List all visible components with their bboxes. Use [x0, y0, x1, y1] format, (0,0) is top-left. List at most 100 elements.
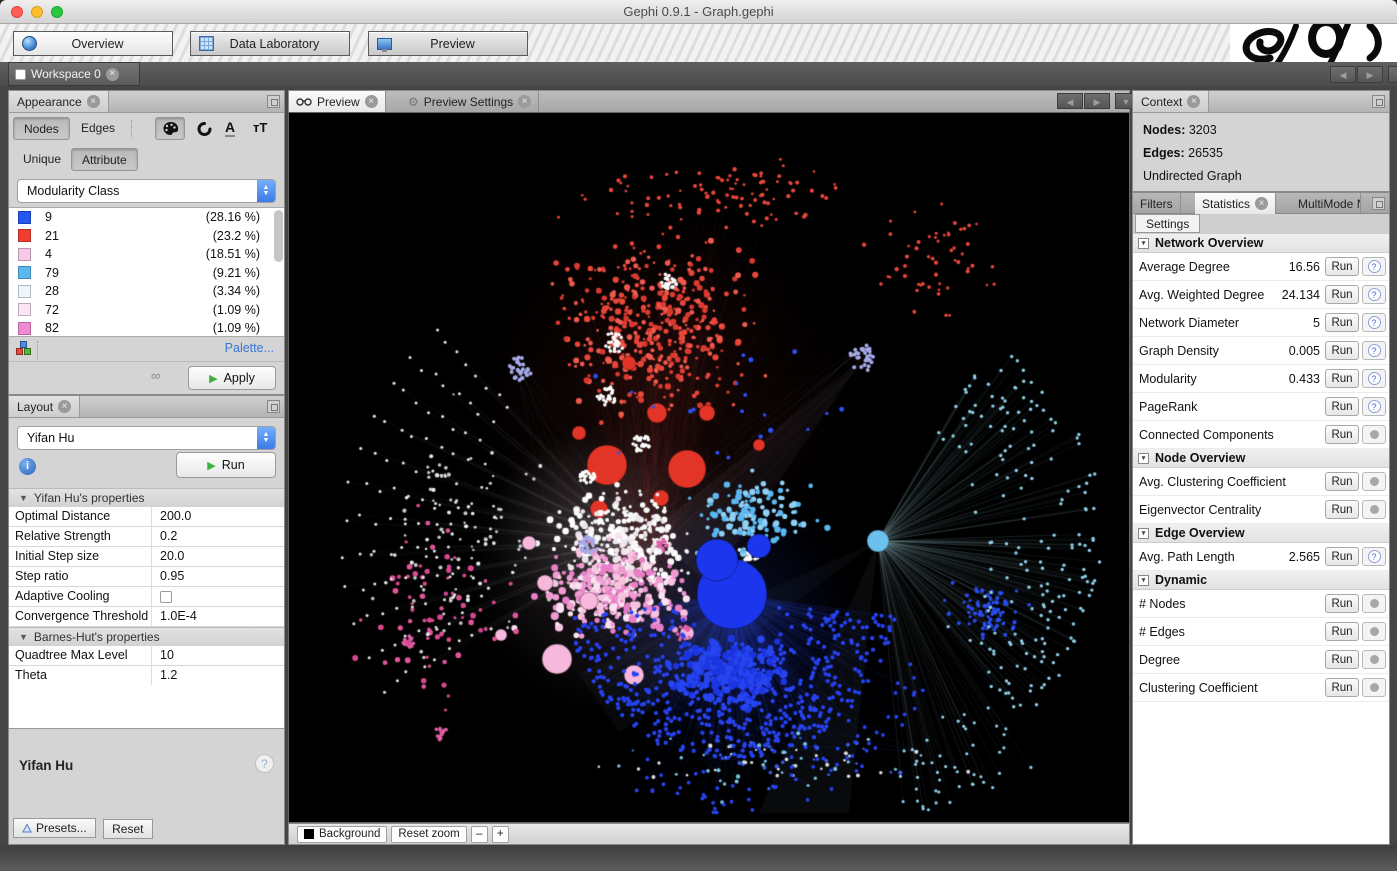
- adaptive-cooling-checkbox[interactable]: [160, 591, 172, 603]
- collapse-icon[interactable]: ▾: [1138, 575, 1149, 586]
- attribute-tab[interactable]: Attribute: [71, 148, 138, 171]
- maximize-icon[interactable]: [267, 400, 280, 413]
- statistics-section-header[interactable]: ▾Network Overview: [1133, 234, 1389, 253]
- multimode-tab[interactable]: MultiMode N...: [1291, 193, 1361, 214]
- help-icon[interactable]: ?: [255, 754, 274, 773]
- run-button[interactable]: Run: [1325, 397, 1359, 416]
- property-value[interactable]: 0.95: [152, 567, 284, 586]
- property-value[interactable]: [152, 587, 284, 606]
- data-laboratory-button[interactable]: Data Laboratory: [190, 31, 350, 56]
- info-icon[interactable]: i: [19, 458, 36, 475]
- scrollbar[interactable]: [274, 210, 283, 262]
- modularity-class-row[interactable]: 21(23.2 %): [9, 227, 284, 246]
- modularity-class-row[interactable]: 82(1.09 %): [9, 319, 284, 337]
- help-button[interactable]: ?: [1362, 397, 1386, 416]
- collapse-icon[interactable]: ▾: [1138, 238, 1149, 249]
- run-button[interactable]: Run: [1325, 594, 1359, 613]
- class-color-swatch[interactable]: [18, 322, 31, 335]
- label-size-button[interactable]: ᴛT: [253, 120, 267, 135]
- modularity-class-row[interactable]: 79(9.21 %): [9, 264, 284, 283]
- preview-settings-tab[interactable]: ⚙ Preview Settings ×: [401, 91, 539, 112]
- nodes-tab[interactable]: Nodes: [13, 117, 70, 140]
- reset-zoom-button[interactable]: Reset zoom: [391, 826, 466, 843]
- attribute-select[interactable]: Modularity Class ▲▼: [17, 179, 276, 203]
- help-button-disabled[interactable]: [1362, 425, 1386, 444]
- appearance-tab[interactable]: Appearance ×: [9, 91, 109, 112]
- help-button-disabled[interactable]: [1362, 678, 1386, 697]
- help-button[interactable]: ?: [1362, 285, 1386, 304]
- color-mode-button[interactable]: [155, 117, 185, 140]
- close-icon[interactable]: ×: [1187, 95, 1200, 108]
- close-icon[interactable]: ×: [518, 95, 531, 108]
- help-button-disabled[interactable]: [1362, 594, 1386, 613]
- statistics-section-header[interactable]: ▾Edge Overview: [1133, 524, 1389, 543]
- close-icon[interactable]: ×: [1255, 197, 1268, 210]
- settings-button[interactable]: Settings: [1135, 214, 1200, 233]
- close-icon[interactable]: ×: [106, 68, 119, 81]
- close-icon[interactable]: ×: [58, 400, 71, 413]
- preview-tab[interactable]: Preview ×: [289, 91, 386, 112]
- help-button-disabled[interactable]: [1362, 622, 1386, 641]
- workspace-dropdown-arrow[interactable]: ▼: [1388, 66, 1397, 83]
- prev-workspace-arrow[interactable]: ◀: [1330, 66, 1356, 83]
- zoom-in-button[interactable]: +: [492, 826, 509, 843]
- filters-tab[interactable]: Filters: [1133, 193, 1181, 214]
- run-button[interactable]: Run: [1325, 472, 1359, 491]
- zoom-out-button[interactable]: –: [471, 826, 488, 843]
- help-button[interactable]: ?: [1362, 369, 1386, 388]
- modularity-class-row[interactable]: 28(3.34 %): [9, 282, 284, 301]
- ranking-mode-button[interactable]: [195, 120, 215, 143]
- link-icon[interactable]: ∞: [151, 368, 160, 383]
- run-button[interactable]: Run: [1325, 500, 1359, 519]
- property-section-header[interactable]: ▼Barnes-Hut's properties: [9, 627, 284, 646]
- help-button[interactable]: ?: [1362, 257, 1386, 276]
- run-button[interactable]: Run: [1325, 285, 1359, 304]
- unique-tab[interactable]: Unique: [13, 148, 71, 171]
- next-tab-arrow[interactable]: ▶: [1084, 93, 1110, 109]
- property-value[interactable]: 1.0E-4: [152, 607, 284, 626]
- close-icon[interactable]: ×: [365, 95, 378, 108]
- help-button-disabled[interactable]: [1362, 650, 1386, 669]
- class-color-swatch[interactable]: [18, 248, 31, 261]
- run-button[interactable]: Run: [1325, 313, 1359, 332]
- property-value[interactable]: 1.2: [152, 666, 284, 685]
- context-tab[interactable]: Context ×: [1133, 91, 1209, 112]
- property-value[interactable]: 200.0: [152, 507, 284, 526]
- statistics-tab[interactable]: Statistics ×: [1195, 193, 1276, 214]
- class-color-swatch[interactable]: [18, 303, 31, 316]
- layout-tab[interactable]: Layout ×: [9, 396, 80, 417]
- property-value[interactable]: 10: [152, 646, 284, 665]
- run-button[interactable]: Run: [1325, 650, 1359, 669]
- collapse-icon[interactable]: ▾: [1138, 453, 1149, 464]
- maximize-icon[interactable]: [1372, 95, 1385, 108]
- preview-button[interactable]: Preview: [368, 31, 528, 56]
- overview-button[interactable]: Overview: [13, 31, 173, 56]
- help-button[interactable]: ?: [1362, 313, 1386, 332]
- help-button-disabled[interactable]: [1362, 500, 1386, 519]
- layout-algorithm-select[interactable]: Yifan Hu ▲▼: [17, 426, 276, 450]
- statistics-section-header[interactable]: ▾Dynamic: [1133, 571, 1389, 590]
- workspace-tab[interactable]: Workspace 0 ×: [8, 62, 140, 86]
- background-color-button[interactable]: Background: [297, 826, 387, 843]
- run-button[interactable]: Run: [1325, 547, 1359, 566]
- reset-button[interactable]: Reset: [103, 819, 152, 839]
- run-button[interactable]: Run: [1325, 369, 1359, 388]
- maximize-icon[interactable]: [1372, 197, 1385, 210]
- property-value[interactable]: 20.0: [152, 547, 284, 566]
- close-icon[interactable]: ×: [87, 95, 100, 108]
- run-button[interactable]: Run: [1325, 425, 1359, 444]
- maximize-icon[interactable]: [267, 95, 280, 108]
- palette-link[interactable]: Palette...: [225, 341, 274, 355]
- run-button[interactable]: Run: [1325, 622, 1359, 641]
- help-button[interactable]: ?: [1362, 547, 1386, 566]
- property-value[interactable]: 0.2: [152, 527, 284, 546]
- blocks-icon[interactable]: [16, 341, 32, 356]
- next-workspace-arrow[interactable]: ▶: [1357, 66, 1383, 83]
- label-color-button[interactable]: A: [225, 119, 235, 137]
- preview-graph-canvas[interactable]: [289, 113, 1129, 822]
- layout-run-button[interactable]: ▶ Run: [176, 452, 276, 478]
- modularity-class-row[interactable]: 9(28.16 %): [9, 208, 284, 227]
- statistics-section-header[interactable]: ▾Node Overview: [1133, 449, 1389, 468]
- run-button[interactable]: Run: [1325, 678, 1359, 697]
- class-color-swatch[interactable]: [18, 266, 31, 279]
